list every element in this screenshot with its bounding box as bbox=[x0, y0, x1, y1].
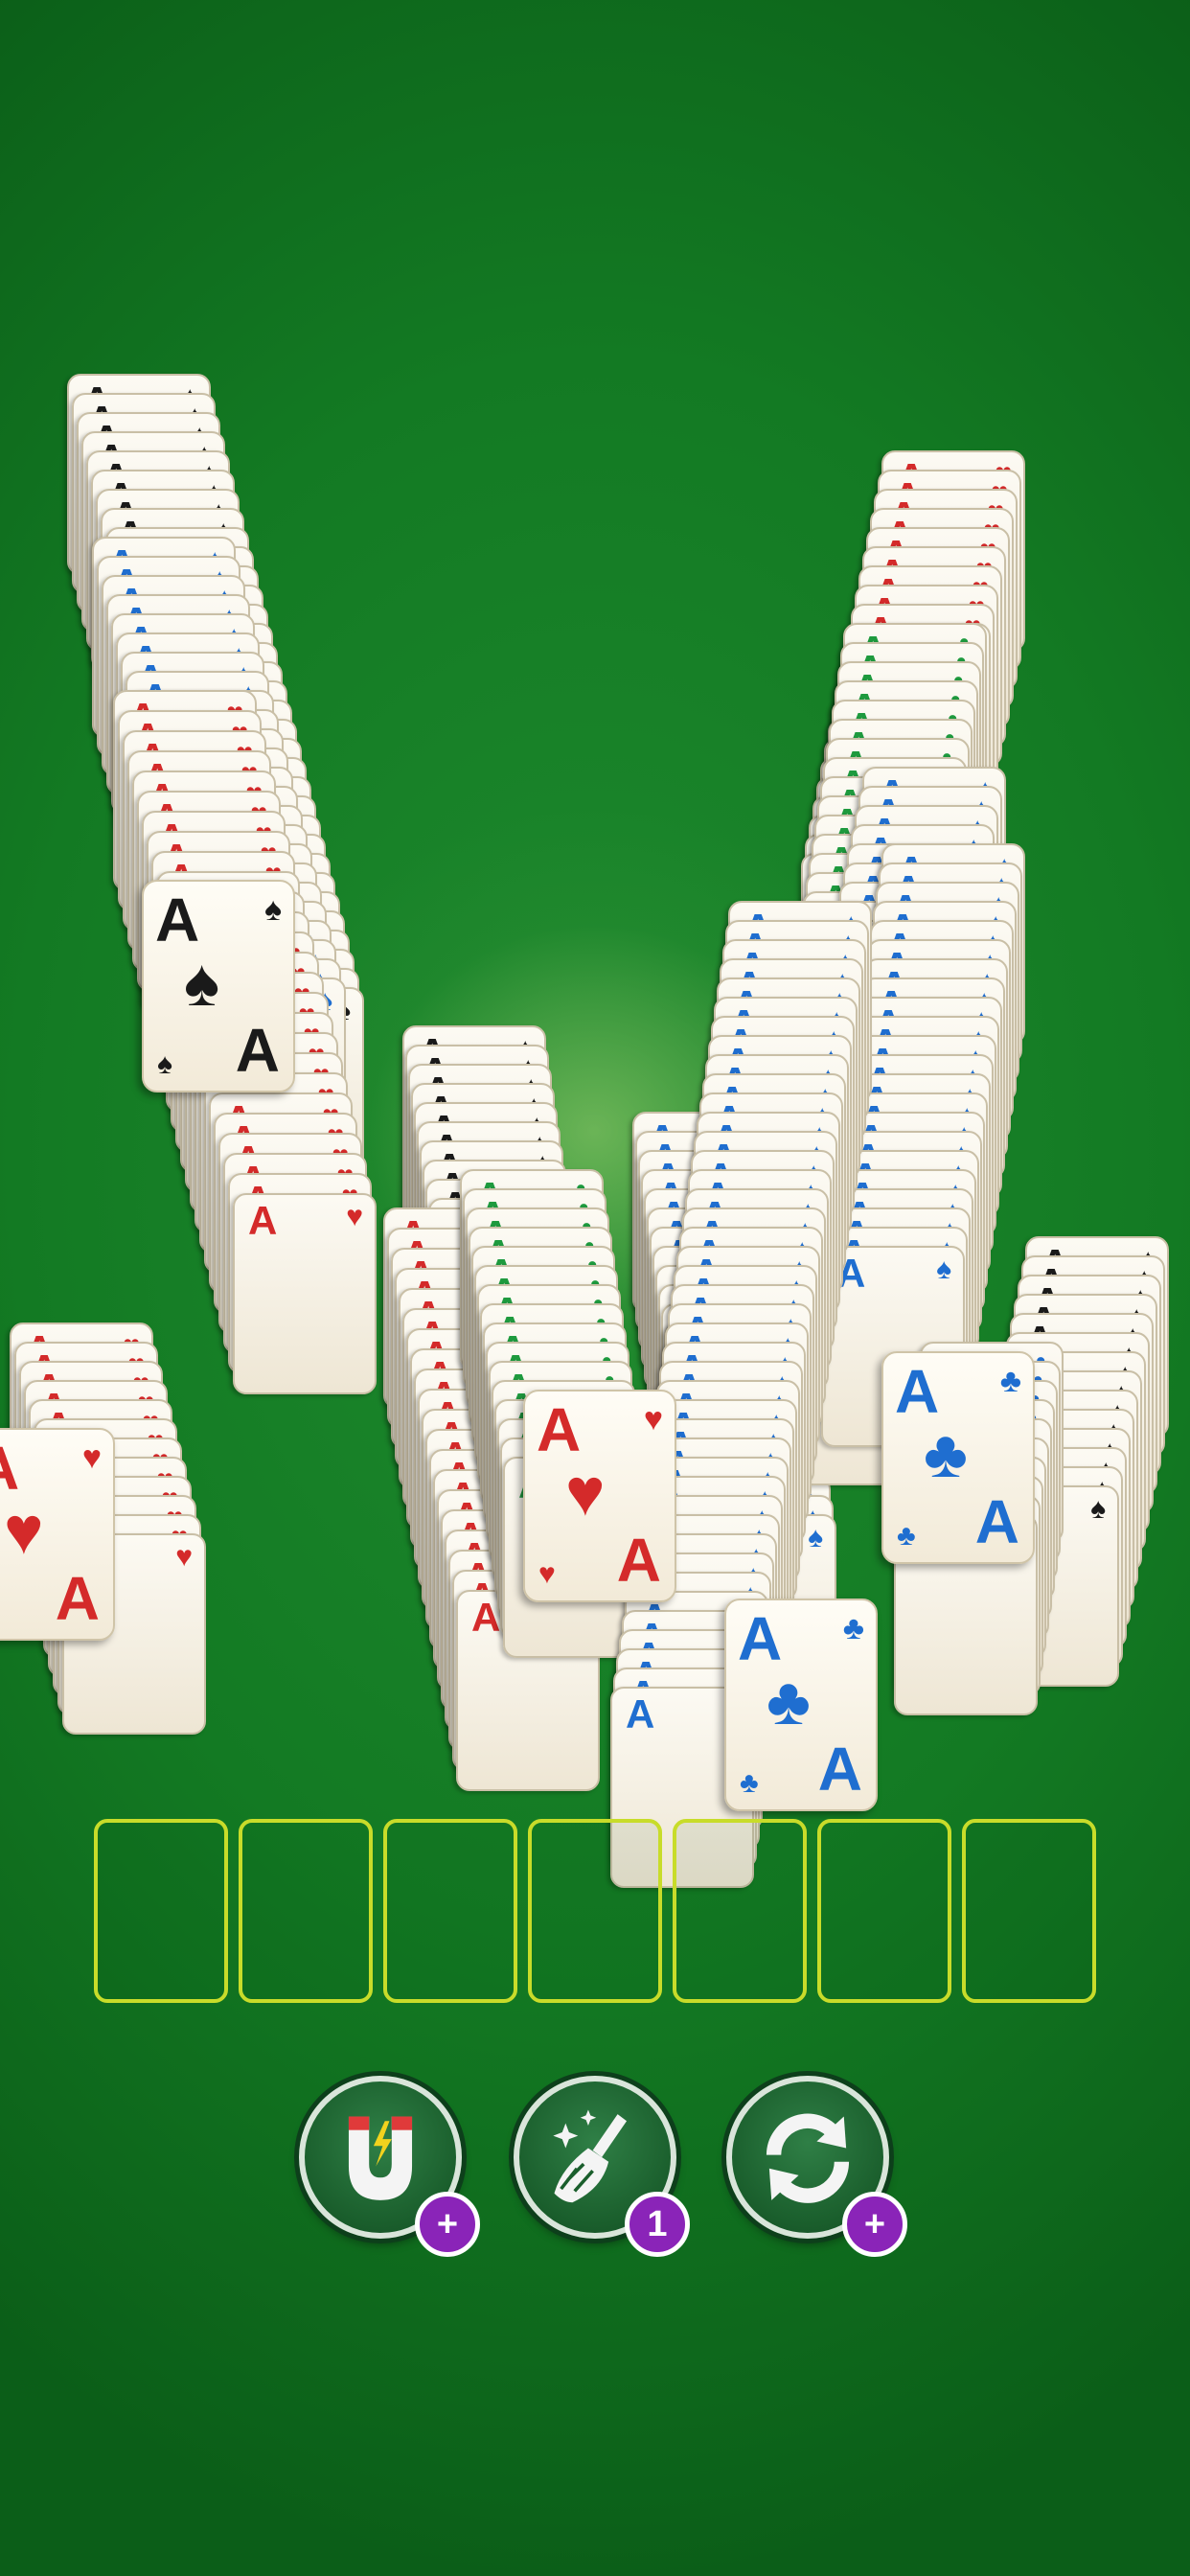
magnet-button[interactable]: + bbox=[299, 2076, 480, 2257]
card-suit: ♣ bbox=[740, 1767, 759, 1799]
card-rank: A bbox=[738, 1604, 783, 1673]
card-rank: A bbox=[471, 1595, 501, 1640]
card-slot bbox=[239, 1819, 373, 2003]
card-center-suit: ♥ bbox=[565, 1455, 606, 1530]
stacked-card: A♥ bbox=[233, 1193, 377, 1394]
game-table: A♠A♠A♠A♠A♠A♠A♠A♠A♠A♠A♠A♠A♠A♠A♠A♠A♠A♠A♠A♠… bbox=[0, 0, 1190, 2576]
card-rank: A bbox=[55, 1564, 100, 1633]
shuffle-button[interactable]: + bbox=[726, 2076, 907, 2257]
card-slot bbox=[817, 1819, 951, 2003]
card-center-suit: ♠ bbox=[184, 945, 220, 1020]
card-suit: ♥ bbox=[538, 1558, 556, 1590]
powerup-badge: + bbox=[415, 2192, 480, 2257]
card-center-suit: ♣ bbox=[767, 1664, 811, 1738]
card-rank: A bbox=[155, 886, 200, 954]
card-rank: A bbox=[626, 1691, 655, 1736]
ace-card[interactable]: A ♠ ♠ A ♠ bbox=[142, 880, 295, 1092]
ace-card[interactable]: A♥♥A♥ bbox=[523, 1390, 676, 1602]
powerup-badge: + bbox=[842, 2192, 907, 2257]
card-suit: ♣ bbox=[999, 1363, 1021, 1399]
ace-card[interactable]: A ♣ ♣ A ♣ bbox=[724, 1598, 878, 1811]
card-rank: A bbox=[616, 1526, 661, 1595]
card-suit: ♥ bbox=[346, 1201, 363, 1232]
card-suit: ♥ bbox=[643, 1401, 663, 1438]
card-rank: A bbox=[235, 1016, 280, 1085]
card-rank: A bbox=[537, 1395, 582, 1464]
card-center-suit: ♥ bbox=[4, 1493, 44, 1568]
card-suit: ♠ bbox=[157, 1048, 172, 1080]
card-suit: ♠ bbox=[936, 1254, 951, 1285]
card-rank: A bbox=[817, 1735, 862, 1804]
card-rank: A bbox=[974, 1487, 1019, 1556]
card-suit: ♥ bbox=[81, 1439, 102, 1476]
card-center-suit: ♣ bbox=[924, 1416, 968, 1491]
card-slot bbox=[383, 1819, 517, 2003]
card-slot bbox=[962, 1819, 1096, 2003]
card-rank: A bbox=[248, 1198, 278, 1243]
card-suit: ♠ bbox=[1090, 1493, 1106, 1525]
card-suit: ♠ bbox=[808, 1522, 823, 1553]
ace-card[interactable]: A ♣ ♣ A ♣ bbox=[881, 1351, 1035, 1564]
ace-card[interactable]: A♥♥A♥ bbox=[0, 1428, 115, 1641]
shuffle-icon bbox=[766, 2113, 850, 2203]
card-rank: A bbox=[895, 1357, 940, 1426]
card-suit: ♣ bbox=[897, 1520, 916, 1552]
card-slot bbox=[528, 1819, 662, 2003]
card-suit: ♣ bbox=[842, 1610, 864, 1646]
powerup-badge: 1 bbox=[625, 2192, 690, 2257]
card-slot bbox=[94, 1819, 228, 2003]
card-suit: ♥ bbox=[175, 1541, 193, 1573]
card-rank: A bbox=[0, 1438, 19, 1499]
card-slot bbox=[673, 1819, 807, 2003]
magnet-icon bbox=[348, 2116, 413, 2200]
broom-icon bbox=[553, 2109, 628, 2203]
broom-button[interactable]: 1 bbox=[514, 2076, 690, 2257]
card-suit: ♠ bbox=[263, 891, 282, 928]
